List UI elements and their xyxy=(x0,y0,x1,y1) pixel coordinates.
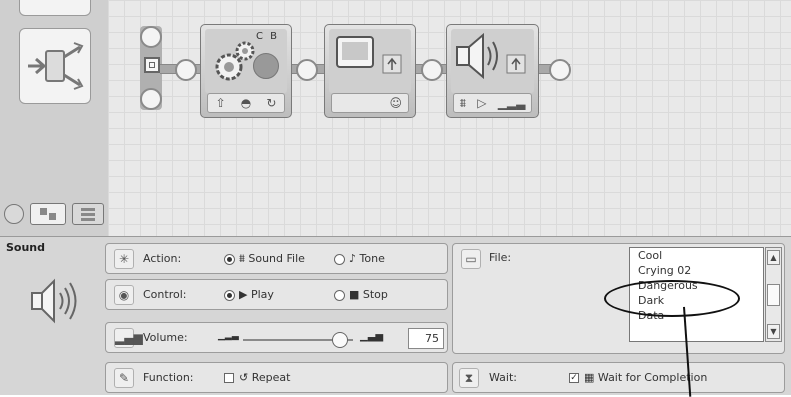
smiley-icon: ☺ xyxy=(389,96,402,110)
play-option[interactable]: ▶ Play xyxy=(239,288,274,301)
beam-ring-bottom xyxy=(140,88,162,110)
sound-file-radio[interactable] xyxy=(224,254,235,265)
repeat-option[interactable]: ↺ Repeat xyxy=(239,371,290,384)
file-list-item[interactable]: Cool xyxy=(630,248,763,263)
palette-tabs xyxy=(4,203,106,225)
repeat-checkbox[interactable] xyxy=(224,373,234,383)
wait-panel: ⧗ Wait: ✓ ▦ Wait for Completion xyxy=(452,362,785,393)
tone-radio[interactable] xyxy=(334,254,345,265)
function-row: ✎ Function: ↺ Repeat xyxy=(105,362,448,393)
play-label: Play xyxy=(250,288,274,301)
custom-palette-tab[interactable] xyxy=(72,203,104,225)
tone-option[interactable]: ♪ Tone xyxy=(349,252,385,265)
display-block[interactable]: ☺ xyxy=(324,24,416,118)
wait-checkbox[interactable]: ✓ xyxy=(569,373,579,383)
complete-palette-icon xyxy=(40,208,56,220)
action-star-icon: ✳ xyxy=(114,249,134,269)
display-block-face xyxy=(329,29,411,93)
palette-block-tile[interactable] xyxy=(19,0,91,16)
repeat-label: Repeat xyxy=(251,371,291,384)
speaker-icon xyxy=(31,278,77,324)
scroll-thumb[interactable] xyxy=(767,284,780,306)
duration-icon: ↻ xyxy=(266,96,277,110)
wave-icon: ⩩ xyxy=(459,95,467,110)
switch-icon xyxy=(28,42,84,90)
file-label: File: xyxy=(489,251,512,264)
scroll-down-button[interactable]: ▼ xyxy=(767,324,780,339)
motor-ports-label: C B xyxy=(255,31,279,42)
volume-bars-icon: ▁▂▃ xyxy=(497,96,526,110)
start-point-icon xyxy=(144,57,160,73)
sound-file-option[interactable]: ⩩ Sound File xyxy=(239,252,305,266)
custom-palette-icon xyxy=(81,208,95,221)
sound-block-hubs: ⩩ ▷ ▁▂▃ xyxy=(453,93,532,113)
beam-connector xyxy=(296,59,318,81)
wave-icon: ⩩ xyxy=(239,252,249,265)
speaker-icon xyxy=(456,32,526,80)
note-icon: ♪ xyxy=(349,252,360,265)
wait-label: Wait: xyxy=(489,371,517,384)
beam-ring-top xyxy=(140,26,162,48)
block-title: Sound xyxy=(6,241,46,254)
file-list-scrollbar[interactable]: ▲ ▼ xyxy=(765,247,782,342)
function-label: Function: xyxy=(143,371,194,384)
eye-icon: ◉ xyxy=(114,285,134,305)
volume-slider-thumb[interactable] xyxy=(332,332,348,348)
complete-palette-tab[interactable] xyxy=(30,203,66,225)
common-palette-tab[interactable] xyxy=(4,204,24,224)
move-block-hubs: ⇧ ◓ ↻ xyxy=(207,93,285,113)
stop-icon: ■ xyxy=(349,288,363,301)
block-palette xyxy=(0,0,108,236)
volume-bars-icon: ▂▄▆ xyxy=(114,328,143,348)
beam-connector xyxy=(175,59,197,81)
sound-block-face xyxy=(451,29,534,93)
stop-radio[interactable] xyxy=(334,290,345,301)
control-row: ◉ Control: ▶ Play ■ Stop xyxy=(105,279,448,310)
control-label: Control: xyxy=(143,288,187,301)
direction-arrow-icon: ⇧ xyxy=(215,96,226,110)
power-gauge-icon: ◓ xyxy=(240,96,252,110)
volume-low-icon: ▁▂▃ xyxy=(218,331,239,341)
stop-label: Stop xyxy=(362,288,388,301)
sound-file-label: Sound File xyxy=(248,252,305,265)
switch-block-tile[interactable] xyxy=(19,28,91,104)
beam-connector xyxy=(549,59,571,81)
volume-input[interactable]: 75 xyxy=(408,328,444,349)
scroll-up-button[interactable]: ▲ xyxy=(767,250,780,265)
volume-label: Volume: xyxy=(143,331,188,344)
play-icon: ▷ xyxy=(477,96,487,110)
volume-row: ▂▄▆ Volume: ▁▂▃ ▁▃▅ xyxy=(105,322,448,353)
display-icon xyxy=(336,36,402,74)
volume-high-icon: ▁▃▅ xyxy=(360,331,384,342)
repeat-icon: ↺ xyxy=(239,371,252,384)
action-label: Action: xyxy=(143,252,182,265)
gear-icon xyxy=(215,41,255,81)
stop-option[interactable]: ■ Stop xyxy=(349,288,388,301)
hourglass-icon: ⧗ xyxy=(459,368,479,388)
move-block-face: C B xyxy=(205,29,287,93)
highlight-ellipse xyxy=(604,280,740,317)
power-indicator xyxy=(253,53,279,79)
checkered-flag-icon: ▦ xyxy=(584,371,598,384)
move-block[interactable]: C B ⇧ ◓ ↻ xyxy=(200,24,292,118)
action-row: ✳ Action: ⩩ Sound File ♪ Tone xyxy=(105,243,448,274)
tone-label: Tone xyxy=(359,252,385,265)
display-block-hubs: ☺ xyxy=(331,93,409,113)
folder-icon: ▭ xyxy=(461,249,481,269)
play-radio[interactable] xyxy=(224,290,235,301)
sound-block[interactable]: ⩩ ▷ ▁▂▃ xyxy=(446,24,539,118)
beam-connector xyxy=(421,59,443,81)
wrench-icon: ✎ xyxy=(114,368,134,388)
file-list-item[interactable]: Crying 02 xyxy=(630,263,763,278)
play-icon: ▶ xyxy=(239,288,251,301)
wait-option-label: Wait for Completion xyxy=(597,371,708,384)
program-workspace[interactable]: C B ⇧ ◓ ↻ ☺ ⩩ ▷ ▁▂▃ xyxy=(108,0,791,236)
